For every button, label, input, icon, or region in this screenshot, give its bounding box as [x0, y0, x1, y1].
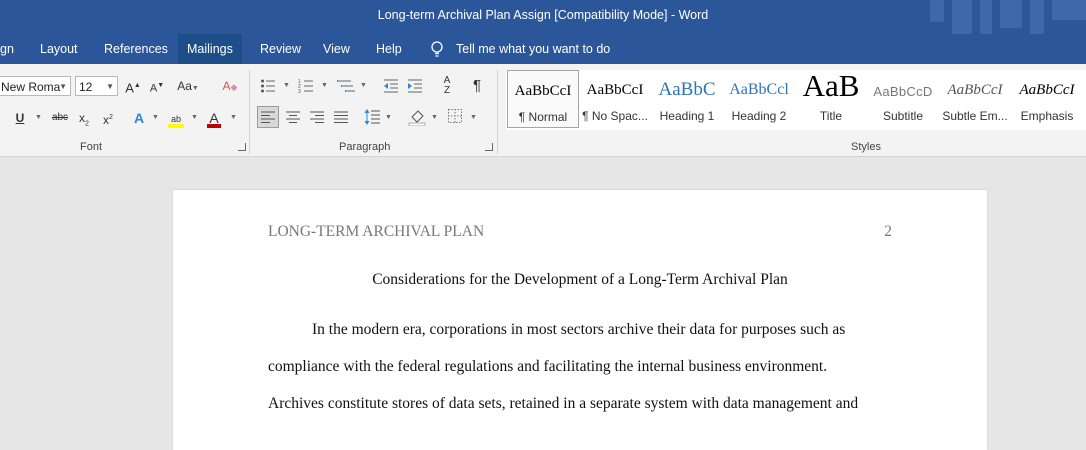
tab-view[interactable]: View	[323, 34, 350, 64]
chevron-down-icon: ▼	[59, 82, 67, 91]
style-subtle-emphasis[interactable]: AaBbCcI Subtle Em...	[939, 70, 1011, 128]
align-right-icon[interactable]	[310, 110, 324, 124]
chevron-down-icon[interactable]: ▼	[191, 114, 198, 121]
numbering-icon[interactable]: 123	[298, 78, 314, 94]
decrease-indent-icon[interactable]	[383, 78, 399, 94]
style-preview: AaBbCcl	[729, 81, 789, 98]
document-page[interactable]: LONG-TERM ARCHIVAL PLAN 2 Considerations…	[173, 190, 987, 450]
style-preview: AaBbCcD	[873, 84, 933, 99]
font-size-select[interactable]: 12 ▼	[75, 76, 118, 96]
chevron-down-icon[interactable]: ▼	[431, 114, 438, 121]
style-name: Heading 2	[731, 109, 787, 123]
paragraph-group-label: Paragraph	[339, 141, 391, 153]
tab-references[interactable]: References	[104, 34, 168, 64]
align-center-icon[interactable]	[286, 110, 300, 124]
change-case-icon[interactable]: Aa▼	[176, 76, 200, 96]
style-normal[interactable]: AaBbCcI ¶ Normal	[507, 70, 579, 128]
chevron-down-icon: ▼	[106, 82, 114, 91]
shrink-font-icon[interactable]: A▼	[148, 76, 166, 96]
subscript-icon[interactable]: x2	[76, 108, 92, 128]
tab-design[interactable]: gn	[0, 34, 14, 64]
chevron-down-icon[interactable]: ▼	[35, 114, 42, 121]
chevron-down-icon[interactable]: ▼	[360, 82, 367, 89]
chevron-down-icon[interactable]: ▼	[152, 114, 159, 121]
line-spacing-icon[interactable]	[364, 109, 380, 125]
font-dialog-launcher[interactable]	[238, 143, 246, 151]
style-preview: AaB	[802, 68, 860, 103]
style-name: Title	[819, 109, 843, 123]
group-separator	[249, 70, 250, 154]
style-name: ¶ Normal	[518, 110, 568, 124]
text-effects-icon[interactable]: A	[131, 108, 147, 128]
font-group-label: Font	[80, 141, 103, 153]
page-number: 2	[884, 223, 892, 240]
style-name: Heading 1	[659, 109, 715, 123]
align-left-button[interactable]	[257, 106, 279, 128]
tab-layout[interactable]: Layout	[40, 34, 78, 64]
style-subtitle[interactable]: AaBbCcD Subtitle	[867, 70, 939, 128]
styles-gallery: AaBbCcI ¶ Normal AaBbCcI ¶ No Spac... Aa…	[506, 68, 1086, 130]
sort-icon[interactable]: AZ	[438, 76, 456, 96]
chevron-down-icon[interactable]: ▼	[230, 114, 237, 121]
style-preview: AaBbCcI	[947, 82, 1003, 98]
style-heading-2[interactable]: AaBbCcl Heading 2	[723, 70, 795, 128]
justify-icon[interactable]	[334, 110, 348, 124]
style-name: Subtle Em...	[942, 109, 1008, 123]
bullets-icon[interactable]	[260, 78, 276, 94]
style-heading-1[interactable]: AaBbC Heading 1	[651, 70, 723, 128]
show-formatting-marks-icon[interactable]: ¶	[470, 76, 484, 96]
shading-icon[interactable]	[408, 108, 426, 126]
styles-group-label: Styles	[851, 141, 881, 153]
tab-help[interactable]: Help	[376, 34, 402, 64]
lightbulb-icon	[431, 41, 443, 57]
ribbon-tabs: gn Layout References Mailings Review Vie…	[0, 34, 1086, 64]
svg-text:3: 3	[298, 89, 301, 94]
style-name: Subtitle	[882, 109, 924, 123]
document-title: Considerations for the Development of a …	[372, 271, 788, 288]
style-name: Emphasis	[1020, 109, 1074, 123]
font-color-icon[interactable]: A	[205, 108, 223, 128]
highlight-color-icon[interactable]: ab	[166, 108, 186, 128]
grow-font-icon[interactable]: A▲	[124, 76, 142, 96]
style-preview: AaBbC	[658, 79, 716, 100]
title-bar: Long-term Archival Plan Assign [Compatib…	[0, 0, 1086, 34]
underline-icon[interactable]: U	[14, 108, 26, 128]
tab-review[interactable]: Review	[260, 34, 301, 64]
running-header: LONG-TERM ARCHIVAL PLAN	[268, 223, 485, 240]
multilevel-list-icon[interactable]	[337, 78, 355, 94]
group-separator	[497, 70, 498, 154]
body-text-line: Archives constitute stores of data sets,…	[268, 395, 859, 412]
style-emphasis[interactable]: AaBbCcI Emphasis	[1011, 70, 1083, 128]
font-size-value: 12	[79, 80, 93, 94]
font-name-value: New Roma	[1, 80, 61, 94]
chevron-down-icon[interactable]: ▼	[283, 82, 290, 89]
window-title: Long-term Archival Plan Assign [Compatib…	[377, 8, 709, 22]
clear-formatting-icon[interactable]: A◆	[221, 76, 239, 96]
chevron-down-icon[interactable]: ▼	[385, 114, 392, 121]
style-no-spacing[interactable]: AaBbCcI ¶ No Spac...	[579, 70, 651, 128]
superscript-icon[interactable]: x2	[100, 108, 116, 128]
align-left-icon	[261, 111, 275, 123]
style-preview: AaBbCcI	[586, 82, 644, 98]
style-preview: AaBbCcI	[514, 83, 572, 99]
increase-indent-icon[interactable]	[407, 78, 423, 94]
tab-mailings[interactable]: Mailings	[178, 34, 242, 64]
chevron-down-icon[interactable]: ▼	[321, 82, 328, 89]
style-name: ¶ No Spac...	[582, 109, 648, 123]
style-preview: AaBbCcI	[1019, 82, 1075, 98]
borders-icon[interactable]	[448, 109, 462, 123]
font-name-select[interactable]: New Roma ▼	[0, 76, 71, 96]
tell-me-search[interactable]: Tell me what you want to do	[456, 34, 610, 64]
paragraph-dialog-launcher[interactable]	[485, 143, 493, 151]
chevron-down-icon[interactable]: ▼	[470, 114, 477, 121]
style-title[interactable]: AaB Title	[795, 68, 867, 128]
body-text-line: compliance with the federal regulations …	[268, 358, 828, 375]
strikethrough-icon[interactable]: abc	[49, 108, 71, 128]
body-text-line: In the modern era, corporations in most …	[312, 321, 846, 338]
